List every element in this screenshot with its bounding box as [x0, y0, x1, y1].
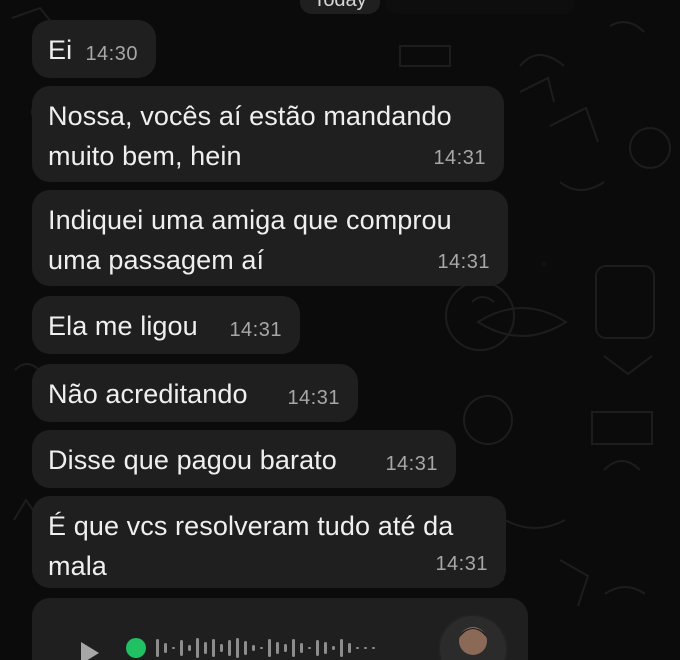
play-icon[interactable] — [74, 638, 104, 660]
message-time: 14:31 — [385, 453, 438, 475]
message-bubble[interactable]: Ei 14:30 — [32, 20, 156, 78]
date-separator: Today — [300, 0, 380, 14]
message-bubble[interactable]: Ela me ligou 14:31 — [32, 296, 300, 354]
message-bubble[interactable]: Não acreditando 14:31 — [32, 364, 358, 422]
message-text: É que vcs resolveram tudo até da mala — [48, 511, 454, 581]
message-bubble[interactable]: Indiquei uma amiga que comprou uma passa… — [32, 190, 508, 286]
date-label: Today — [313, 0, 367, 11]
message-time: 14:31 — [437, 251, 490, 273]
avatar[interactable] — [438, 614, 508, 660]
message-text: Indiquei uma amiga que comprou uma passa… — [48, 205, 452, 275]
voice-waveform[interactable] — [124, 636, 424, 660]
voice-progress-dot — [126, 638, 146, 658]
message-time: 14:31 — [433, 147, 486, 169]
message-bubble[interactable]: É que vcs resolveram tudo até da mala 14… — [32, 496, 506, 588]
message-time: 14:31 — [287, 387, 340, 409]
message-time: 14:31 — [435, 553, 488, 575]
top-bar-segment — [386, 0, 574, 14]
message-text: Nossa, vocês aí estão mandando muito bem… — [48, 101, 452, 171]
chat-screen: Today Ei 14:30 Nossa, vocês aí estão man… — [0, 0, 680, 660]
voice-message-bubble[interactable] — [32, 598, 528, 660]
message-bubble[interactable]: Disse que pagou barato 14:31 — [32, 430, 456, 488]
message-time: 14:30 — [85, 43, 138, 65]
message-time: 14:31 — [229, 319, 282, 341]
message-bubble[interactable]: Nossa, vocês aí estão mandando muito bem… — [32, 86, 504, 182]
message-text: Disse que pagou barato — [48, 445, 337, 475]
